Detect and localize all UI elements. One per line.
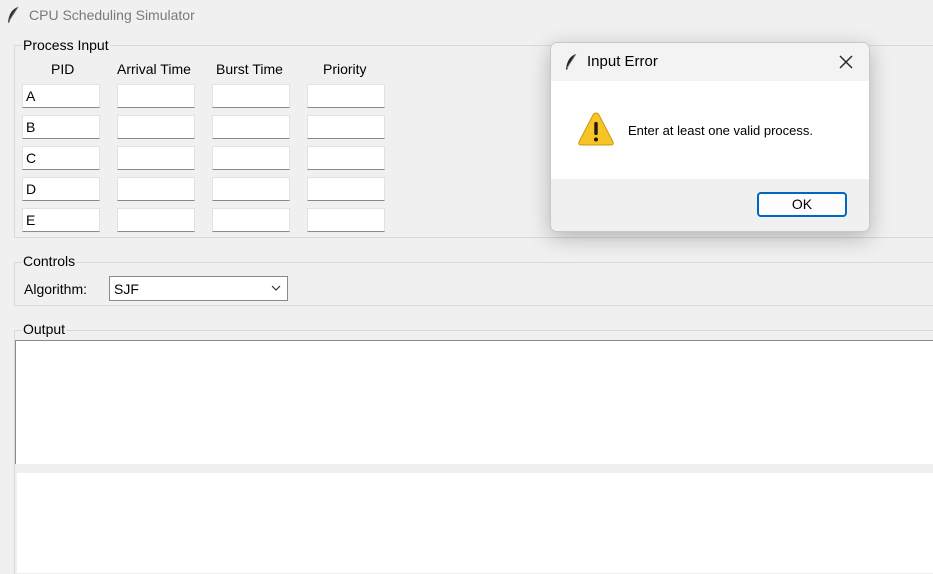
priority-field-row-1[interactable] (307, 84, 385, 108)
arrival-field-row-5[interactable] (117, 208, 195, 232)
arrival-field-row-2[interactable] (117, 115, 195, 139)
close-icon[interactable] (837, 53, 855, 71)
priority-field-row-2[interactable] (307, 115, 385, 139)
algorithm-select[interactable]: SJF (109, 276, 288, 301)
process-input-label: Process Input (22, 37, 110, 53)
priority-field-row-3[interactable] (307, 146, 385, 170)
pid-field-row-3[interactable]: C (22, 146, 100, 170)
feather-icon (8, 6, 19, 23)
window-titlebar: CPU Scheduling Simulator (0, 0, 933, 30)
burst-field-row-2[interactable] (212, 115, 290, 139)
output-canvas[interactable] (17, 473, 933, 573)
burst-field-row-1[interactable] (212, 84, 290, 108)
feather-icon (566, 53, 577, 70)
burst-field-row-4[interactable] (212, 177, 290, 201)
pid-field-row-5[interactable]: E (22, 208, 100, 232)
arrival-field-row-4[interactable] (117, 177, 195, 201)
priority-field-row-4[interactable] (307, 177, 385, 201)
warning-icon (578, 112, 614, 146)
algorithm-select-value: SJF (114, 281, 139, 297)
arrival-field-row-1[interactable] (117, 84, 195, 108)
burst-field-row-3[interactable] (212, 146, 290, 170)
arrival-field-row-3[interactable] (117, 146, 195, 170)
input-error-dialog: Input Error Enter at least one valid pro… (550, 42, 870, 232)
window-title: CPU Scheduling Simulator (29, 7, 195, 23)
pid-field-row-1[interactable]: A (22, 84, 100, 108)
dialog-titlebar[interactable]: Input Error (551, 43, 869, 81)
output-text-area[interactable] (15, 340, 933, 464)
column-header-pid: PID (51, 61, 75, 77)
ok-button[interactable]: OK (757, 192, 847, 217)
output-label: Output (22, 321, 67, 337)
dialog-footer: OK (551, 179, 869, 231)
algorithm-label: Algorithm: (24, 281, 88, 297)
priority-field-row-5[interactable] (307, 208, 385, 232)
column-header-priority: Priority (323, 61, 367, 77)
controls-label: Controls (22, 253, 77, 269)
chevron-down-icon[interactable] (271, 284, 281, 292)
pid-field-row-4[interactable]: D (22, 177, 100, 201)
dialog-message: Enter at least one valid process. (628, 123, 813, 138)
column-header-arrival-time: Arrival Time (117, 61, 191, 77)
dialog-body: Enter at least one valid process. (551, 81, 869, 179)
pid-field-row-2[interactable]: B (22, 115, 100, 139)
dialog-title: Input Error (587, 53, 658, 70)
burst-field-row-5[interactable] (212, 208, 290, 232)
column-header-burst-time: Burst Time (216, 61, 283, 77)
